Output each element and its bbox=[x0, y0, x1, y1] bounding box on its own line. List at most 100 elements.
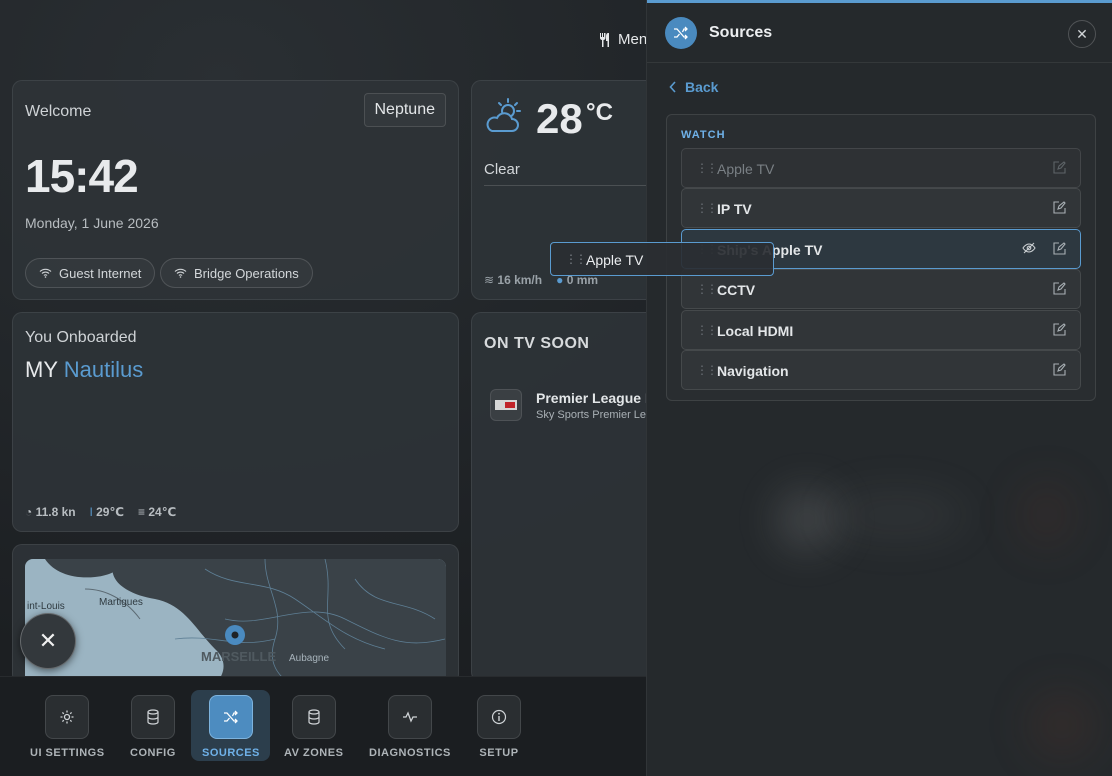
speed-value: 11.8 kn bbox=[35, 505, 76, 519]
air-temp-stat: ǀ 29℃ bbox=[90, 505, 124, 519]
close-icon: ✕ bbox=[1076, 25, 1088, 42]
menu-label: Men bbox=[618, 31, 648, 48]
clock: 15:42 bbox=[25, 150, 139, 202]
panel-close-button[interactable]: ✕ bbox=[1068, 20, 1096, 48]
wifi-bridge-label: Bridge Operations bbox=[194, 265, 299, 281]
nav-label: UI SETTINGS bbox=[30, 747, 105, 759]
program-channel: Sky Sports Premier Lea bbox=[536, 408, 653, 421]
weather-condition: Clear bbox=[484, 161, 520, 178]
source-row-ip-tv[interactable]: ⋮⋮ IP TV bbox=[681, 188, 1081, 228]
temperature-unit: °C bbox=[586, 99, 613, 126]
drag-handle-icon[interactable]: ⋮⋮ bbox=[696, 363, 718, 377]
shuffle-icon bbox=[665, 17, 697, 49]
gear-icon bbox=[45, 695, 90, 739]
panel-title: Sources bbox=[709, 24, 773, 41]
eye-off-icon[interactable] bbox=[1022, 242, 1036, 254]
wifi-bridge-button[interactable]: Bridge Operations bbox=[160, 258, 313, 288]
tv-program-item[interactable]: Premier League Li Sky Sports Premier Lea bbox=[490, 389, 657, 421]
wifi-icon bbox=[39, 268, 52, 278]
source-name: Apple TV bbox=[717, 161, 775, 177]
dragging-source-ghost[interactable]: ⋮⋮ Apple TV bbox=[550, 242, 774, 276]
panel-header: Sources ✕ bbox=[647, 3, 1112, 63]
drag-handle-icon[interactable]: ⋮⋮ bbox=[696, 323, 718, 337]
program-title: Premier League Li bbox=[536, 389, 658, 406]
shuffle-icon bbox=[208, 695, 253, 739]
tv-soon-card: ON TV SOON Premier League Li Sky Sports … bbox=[471, 312, 671, 682]
nav-config[interactable]: CONFIG bbox=[130, 695, 176, 759]
close-icon: ✕ bbox=[38, 628, 58, 653]
edit-icon[interactable] bbox=[1053, 363, 1066, 376]
drag-handle-icon[interactable]: ⋮⋮ bbox=[696, 282, 718, 296]
blur-decoration bbox=[1027, 690, 1097, 760]
edit-icon[interactable] bbox=[1053, 201, 1066, 214]
divider bbox=[484, 185, 654, 186]
source-name: CCTV bbox=[717, 282, 756, 298]
nav-av-zones[interactable]: AV ZONES bbox=[284, 695, 343, 759]
map-label-martigues: Martigues bbox=[99, 597, 143, 608]
ship-prefix: MY bbox=[25, 357, 58, 382]
nav-label: SOURCES bbox=[202, 747, 260, 759]
info-icon bbox=[477, 695, 521, 739]
nav-label: SETUP bbox=[479, 747, 519, 759]
onboard-title: You Onboarded bbox=[25, 329, 137, 346]
source-row-navigation[interactable]: ⋮⋮ Navigation bbox=[681, 350, 1081, 390]
onboard-card: You Onboarded MY Nautilus ◔ 11.8 kn ǀ 29… bbox=[12, 312, 459, 532]
wind-stat: ≋ 16 km/h bbox=[484, 273, 542, 287]
utensils-icon bbox=[598, 32, 612, 48]
map[interactable]: int-Louis Martigues MARSEILLE Aubagne bbox=[25, 559, 446, 683]
source-row-apple-tv[interactable]: ⋮⋮ Apple TV bbox=[681, 148, 1081, 188]
source-name: Local HDMI bbox=[717, 323, 794, 339]
wind-value: 16 km/h bbox=[497, 273, 543, 287]
menu-button[interactable]: Men bbox=[598, 31, 647, 48]
waves-icon: ≡ bbox=[137, 505, 145, 519]
map-graphic: int-Louis Martigues MARSEILLE Aubagne bbox=[25, 559, 446, 683]
tv-program-text: Premier League Li Sky Sports Premier Lea bbox=[536, 390, 657, 421]
wifi-guest-label: Guest Internet bbox=[59, 265, 142, 281]
welcome-title: Welcome bbox=[25, 103, 92, 120]
back-button[interactable]: Back bbox=[669, 79, 718, 95]
nav-label: CONFIG bbox=[130, 747, 176, 759]
thermometer-icon: ǀ bbox=[89, 505, 93, 519]
sources-panel: Sources ✕ Back WATCH ⋮⋮ Apple TV ⋮⋮ IP T… bbox=[646, 0, 1112, 776]
nav-label: DIAGNOSTICS bbox=[369, 747, 451, 759]
drag-handle-icon[interactable]: ⋮⋮ bbox=[565, 252, 587, 266]
partly-sunny-icon bbox=[484, 97, 524, 135]
blur-decoration bbox=[827, 490, 967, 540]
vessel-stats: ◔ 11.8 kn ǀ 29℃ ≡ 24℃ bbox=[25, 505, 176, 519]
edit-icon[interactable] bbox=[1053, 282, 1066, 295]
section-label: WATCH bbox=[681, 129, 726, 141]
wifi-icon bbox=[174, 268, 187, 278]
dragging-source-name: Apple TV bbox=[586, 252, 644, 268]
wifi-guest-button[interactable]: Guest Internet bbox=[25, 258, 156, 288]
ship-name-value: Nautilus bbox=[63, 357, 144, 382]
map-label-saint-louis: int-Louis bbox=[27, 601, 65, 612]
edit-icon[interactable] bbox=[1053, 323, 1066, 336]
nav-ui-settings[interactable]: UI SETTINGS bbox=[30, 695, 105, 759]
welcome-card: Welcome Neptune 15:42 Monday, 1 June 202… bbox=[12, 80, 459, 300]
date: Monday, 1 June 2026 bbox=[25, 215, 159, 231]
ship-name: MY Nautilus bbox=[25, 357, 143, 383]
drag-handle-icon[interactable]: ⋮⋮ bbox=[696, 201, 718, 215]
source-name: Navigation bbox=[717, 363, 789, 379]
air-temp-value: 29℃ bbox=[96, 505, 124, 519]
channel-logo bbox=[490, 389, 522, 421]
pulse-icon bbox=[387, 695, 432, 739]
temperature-value: 28 bbox=[536, 95, 583, 142]
edit-icon[interactable] bbox=[1053, 161, 1066, 174]
chevron-left-icon bbox=[669, 81, 677, 93]
close-fab-button[interactable]: ✕ bbox=[20, 613, 76, 669]
drag-handle-icon[interactable]: ⋮⋮ bbox=[696, 161, 718, 175]
source-row-local-hdmi[interactable]: ⋮⋮ Local HDMI bbox=[681, 310, 1081, 350]
map-card: int-Louis Martigues MARSEILLE Aubagne bbox=[12, 544, 459, 684]
nav-setup[interactable]: SETUP bbox=[477, 695, 521, 759]
nav-diagnostics[interactable]: DIAGNOSTICS bbox=[369, 695, 451, 759]
source-name: IP TV bbox=[717, 201, 752, 217]
nav-label: AV ZONES bbox=[284, 747, 344, 759]
tv-soon-title: ON TV SOON bbox=[484, 335, 590, 352]
speed-stat: ◔ 11.8 kn bbox=[25, 505, 76, 519]
map-label-marseille: MARSEILLE bbox=[201, 649, 276, 664]
database-icon bbox=[291, 695, 336, 739]
edit-icon[interactable] bbox=[1053, 242, 1066, 255]
vessel-selector[interactable]: Neptune bbox=[363, 93, 446, 127]
nav-sources[interactable]: SOURCES bbox=[202, 695, 260, 759]
